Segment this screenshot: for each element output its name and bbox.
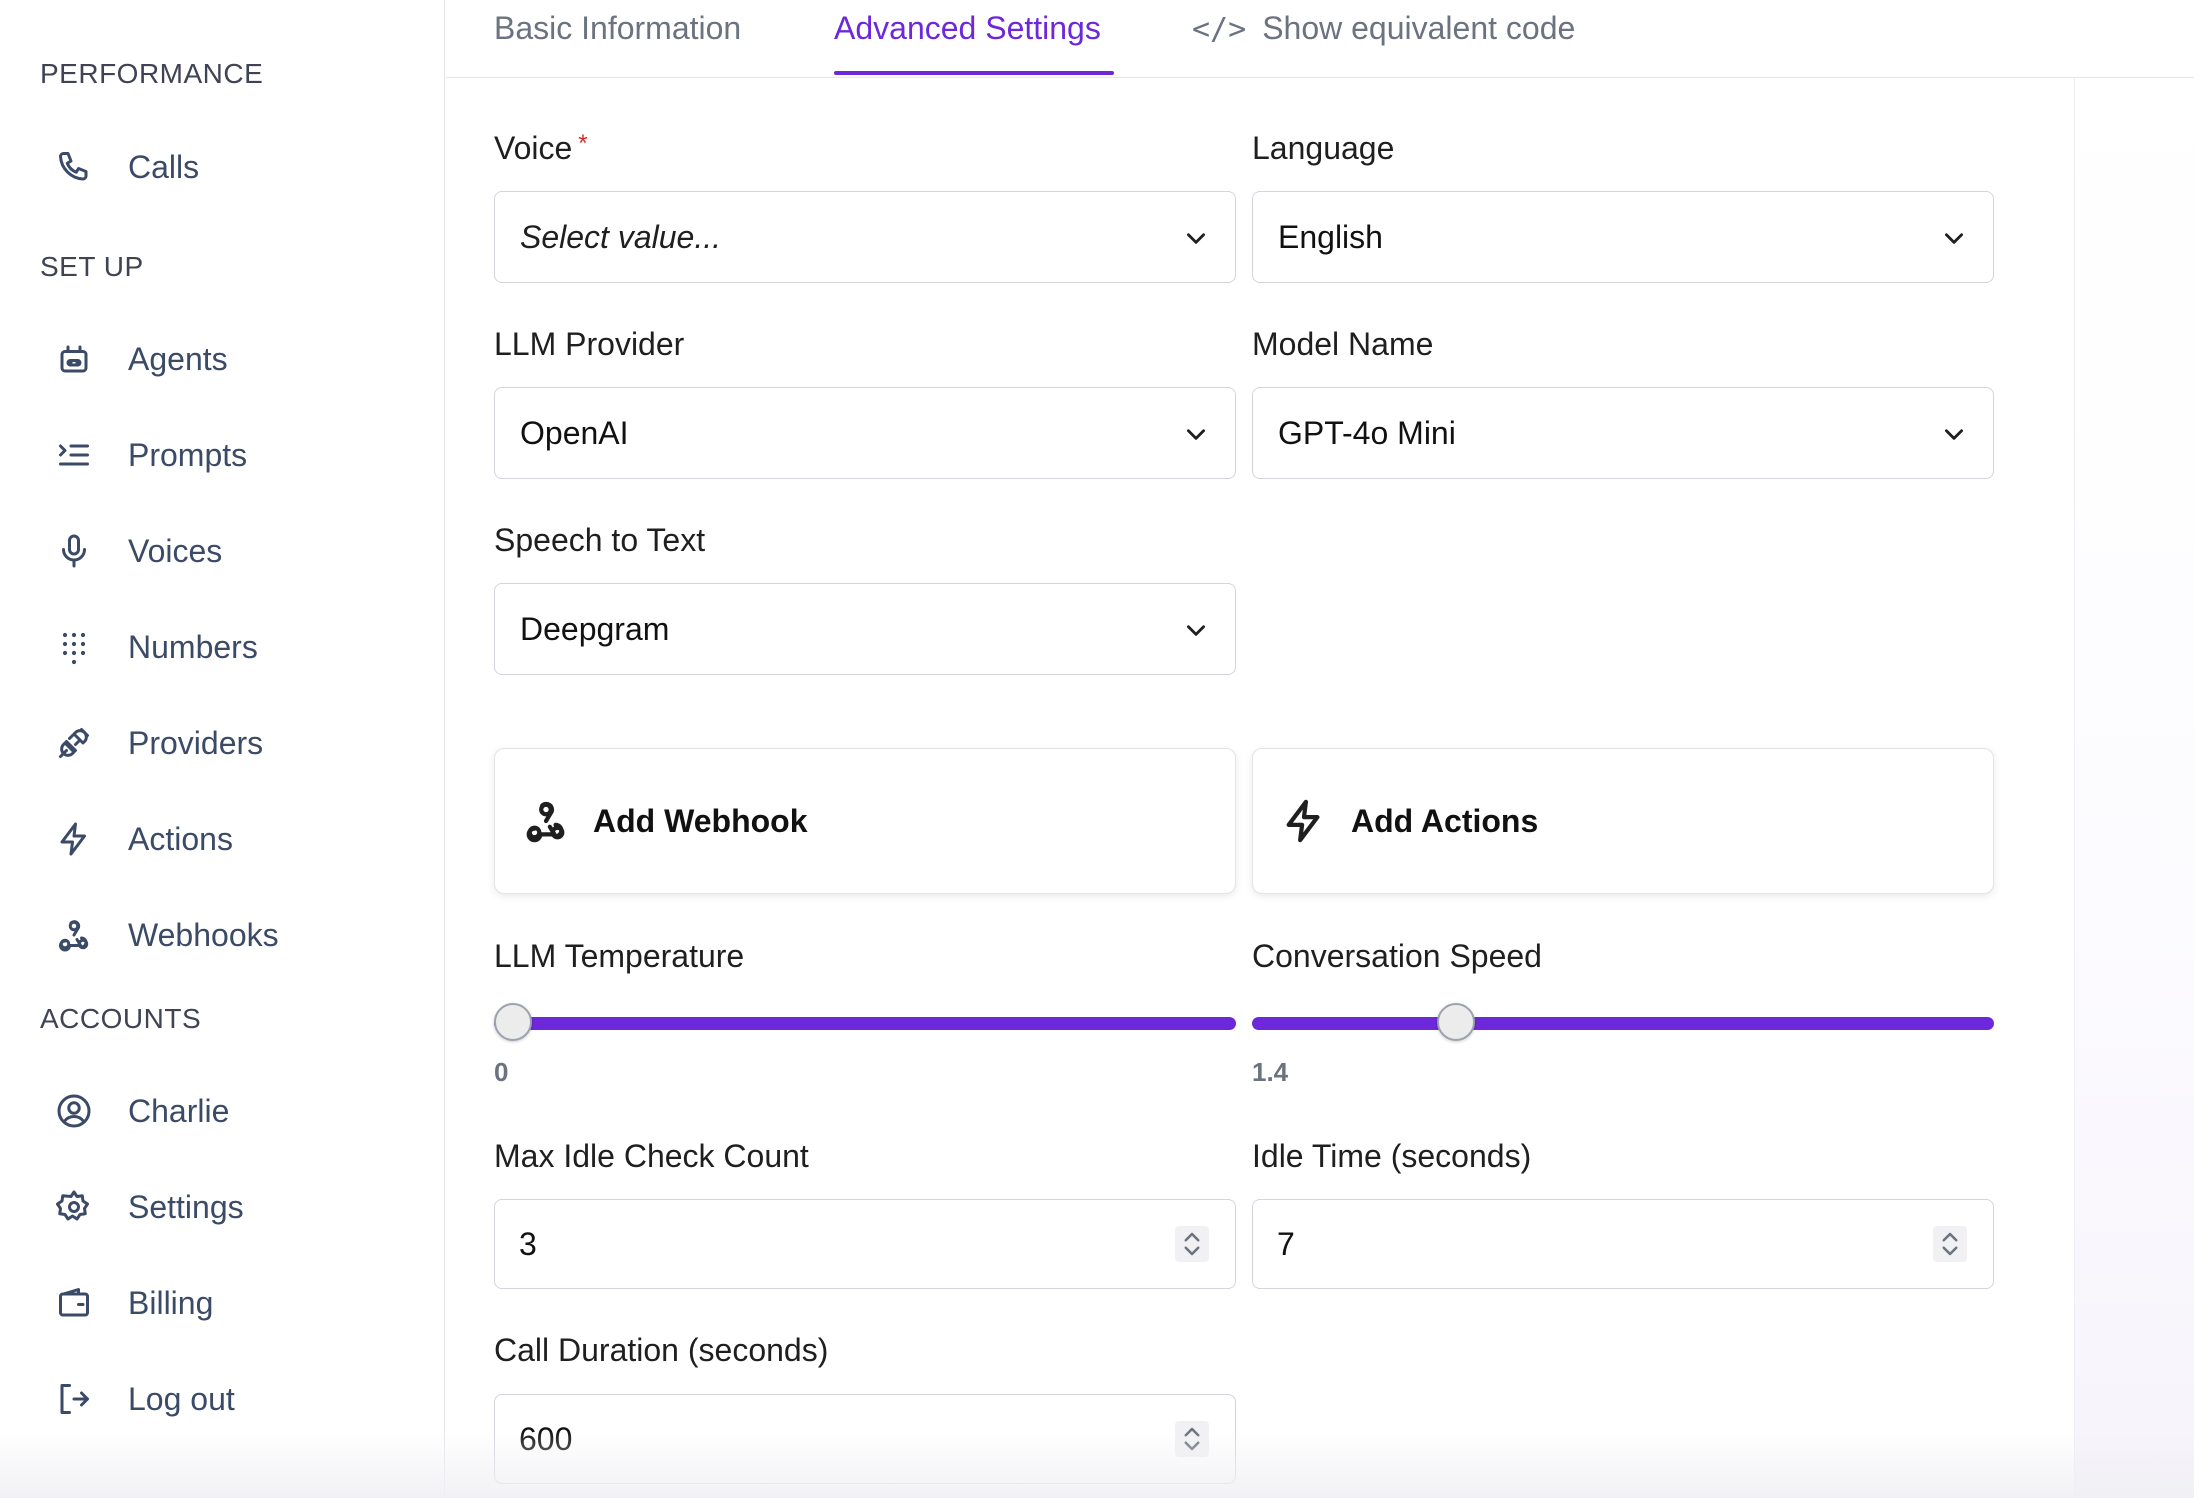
max-idle-check-count-value: 3 [519, 1225, 537, 1262]
sidebar-item-numbers[interactable]: Numbers [40, 617, 420, 677]
llm-provider-select-value: OpenAI [520, 414, 629, 451]
sidebar-item-label: Billing [128, 1284, 214, 1321]
tab-show-equivalent-code[interactable]: </> Show equivalent code [1192, 10, 1575, 47]
conversation-speed-slider[interactable] [1252, 1003, 1994, 1043]
model-name-label: Model Name [1252, 326, 1434, 362]
sidebar-item-settings[interactable]: Settings [40, 1177, 420, 1237]
sidebar-item-agents[interactable]: Agents [40, 329, 420, 389]
sidebar-item-label: Actions [128, 820, 233, 857]
stepper-icon[interactable] [1933, 1226, 1967, 1262]
speech-to-text-select-value: Deepgram [520, 610, 670, 647]
sidebar-section-performance: PERFORMANCE [40, 58, 264, 89]
chevron-down-icon [1183, 421, 1209, 447]
add-actions-button[interactable]: Add Actions [1252, 748, 1994, 894]
microphone-icon [40, 521, 112, 581]
webhook-icon [521, 796, 571, 846]
lightning-icon [40, 809, 112, 869]
robot-icon [40, 329, 112, 389]
sidebar-item-label: Numbers [128, 628, 258, 665]
chevron-down-icon [1183, 617, 1209, 643]
gear-icon [40, 1177, 112, 1237]
prompt-list-icon [40, 425, 112, 485]
speech-to-text-select[interactable]: Deepgram [494, 583, 1236, 675]
stepper-icon[interactable] [1175, 1421, 1209, 1457]
conversation-speed-label: Conversation Speed [1252, 938, 1542, 974]
llm-temperature-value: 0 [494, 1057, 509, 1087]
language-select-value: English [1278, 218, 1383, 255]
idle-time-value: 7 [1277, 1225, 1295, 1262]
side-panel [2074, 78, 2194, 1498]
model-name-select[interactable]: GPT-4o Mini [1252, 387, 1994, 479]
call-duration-input[interactable]: 600 [494, 1394, 1236, 1484]
slider-track [494, 1017, 1236, 1030]
wallet-icon [40, 1273, 112, 1333]
model-name-select-value: GPT-4o Mini [1278, 414, 1456, 451]
add-actions-label: Add Actions [1351, 802, 1539, 839]
code-icon: </> [1192, 12, 1247, 47]
webhook-icon [40, 905, 112, 965]
chevron-down-icon [1941, 421, 1967, 447]
voice-select[interactable]: Select value... [494, 191, 1236, 283]
max-idle-check-count-label: Max Idle Check Count [494, 1138, 809, 1174]
active-tab-indicator [834, 71, 1114, 75]
call-duration-value: 600 [519, 1420, 573, 1457]
add-webhook-button[interactable]: Add Webhook [494, 748, 1236, 894]
sidebar-item-label: Settings [128, 1188, 244, 1225]
sidebar-item-label: Charlie [128, 1092, 230, 1129]
user-circle-icon [40, 1081, 112, 1141]
conversation-speed-value: 1.4 [1252, 1057, 1289, 1087]
voice-label-text: Voice [494, 130, 573, 166]
llm-provider-select[interactable]: OpenAI [494, 387, 1236, 479]
sidebar-item-label: Webhooks [128, 916, 279, 953]
plug-icon [40, 713, 112, 773]
logout-icon [40, 1369, 112, 1429]
llm-provider-label: LLM Provider [494, 326, 685, 362]
call-duration-label: Call Duration (seconds) [494, 1332, 829, 1368]
language-select[interactable]: English [1252, 191, 1994, 283]
slider-thumb[interactable] [1437, 1003, 1476, 1041]
sidebar-item-charlie[interactable]: Charlie [40, 1081, 420, 1141]
sidebar-section-setup: SET UP [40, 251, 144, 282]
tab-label: Show equivalent code [1262, 10, 1576, 46]
sidebar-item-label: Calls [128, 148, 200, 185]
sidebar-item-webhooks[interactable]: Webhooks [40, 905, 420, 965]
chevron-down-icon [1941, 225, 1967, 251]
add-webhook-label: Add Webhook [593, 802, 808, 839]
settings-tabs: Basic Information Advanced Settings </> S… [446, 0, 2194, 78]
sidebar-item-label: Agents [128, 340, 228, 377]
sidebar-item-calls[interactable]: Calls [40, 137, 420, 197]
chevron-down-icon [1183, 225, 1209, 251]
llm-temperature-slider[interactable] [494, 1003, 1236, 1043]
phone-icon [40, 137, 112, 197]
sidebar-item-providers[interactable]: Providers [40, 713, 420, 773]
tab-advanced-settings[interactable]: Advanced Settings [834, 10, 1101, 47]
sidebar-item-label: Providers [128, 724, 264, 761]
required-asterisk: * [578, 130, 588, 157]
slider-track [1252, 1017, 1994, 1030]
sidebar-item-label: Prompts [128, 436, 248, 473]
speech-to-text-label: Speech to Text [494, 522, 706, 558]
llm-temperature-label: LLM Temperature [494, 938, 745, 974]
sidebar-item-actions[interactable]: Actions [40, 809, 420, 869]
sidebar-item-prompts[interactable]: Prompts [40, 425, 420, 485]
sidebar-item-logout[interactable]: Log out [40, 1369, 420, 1429]
lightning-icon [1279, 796, 1329, 846]
sidebar-item-label: Log out [128, 1380, 235, 1417]
dialpad-icon [40, 617, 112, 677]
tab-basic-information[interactable]: Basic Information [494, 10, 741, 47]
sidebar-item-billing[interactable]: Billing [40, 1273, 420, 1333]
language-label: Language [1252, 130, 1395, 166]
voice-select-value: Select value... [520, 218, 721, 255]
slider-thumb[interactable] [494, 1003, 532, 1041]
sidebar: PERFORMANCE Calls SET UP Agents Prompts … [0, 0, 445, 1498]
sidebar-item-voices[interactable]: Voices [40, 521, 420, 581]
idle-time-label: Idle Time (seconds) [1252, 1138, 1532, 1174]
sidebar-item-label: Voices [128, 532, 223, 569]
stepper-icon[interactable] [1175, 1226, 1209, 1262]
max-idle-check-count-input[interactable]: 3 [494, 1199, 1236, 1289]
idle-time-input[interactable]: 7 [1252, 1199, 1994, 1289]
sidebar-section-accounts: ACCOUNTS [40, 1003, 202, 1034]
voice-label: Voice * [494, 130, 588, 167]
